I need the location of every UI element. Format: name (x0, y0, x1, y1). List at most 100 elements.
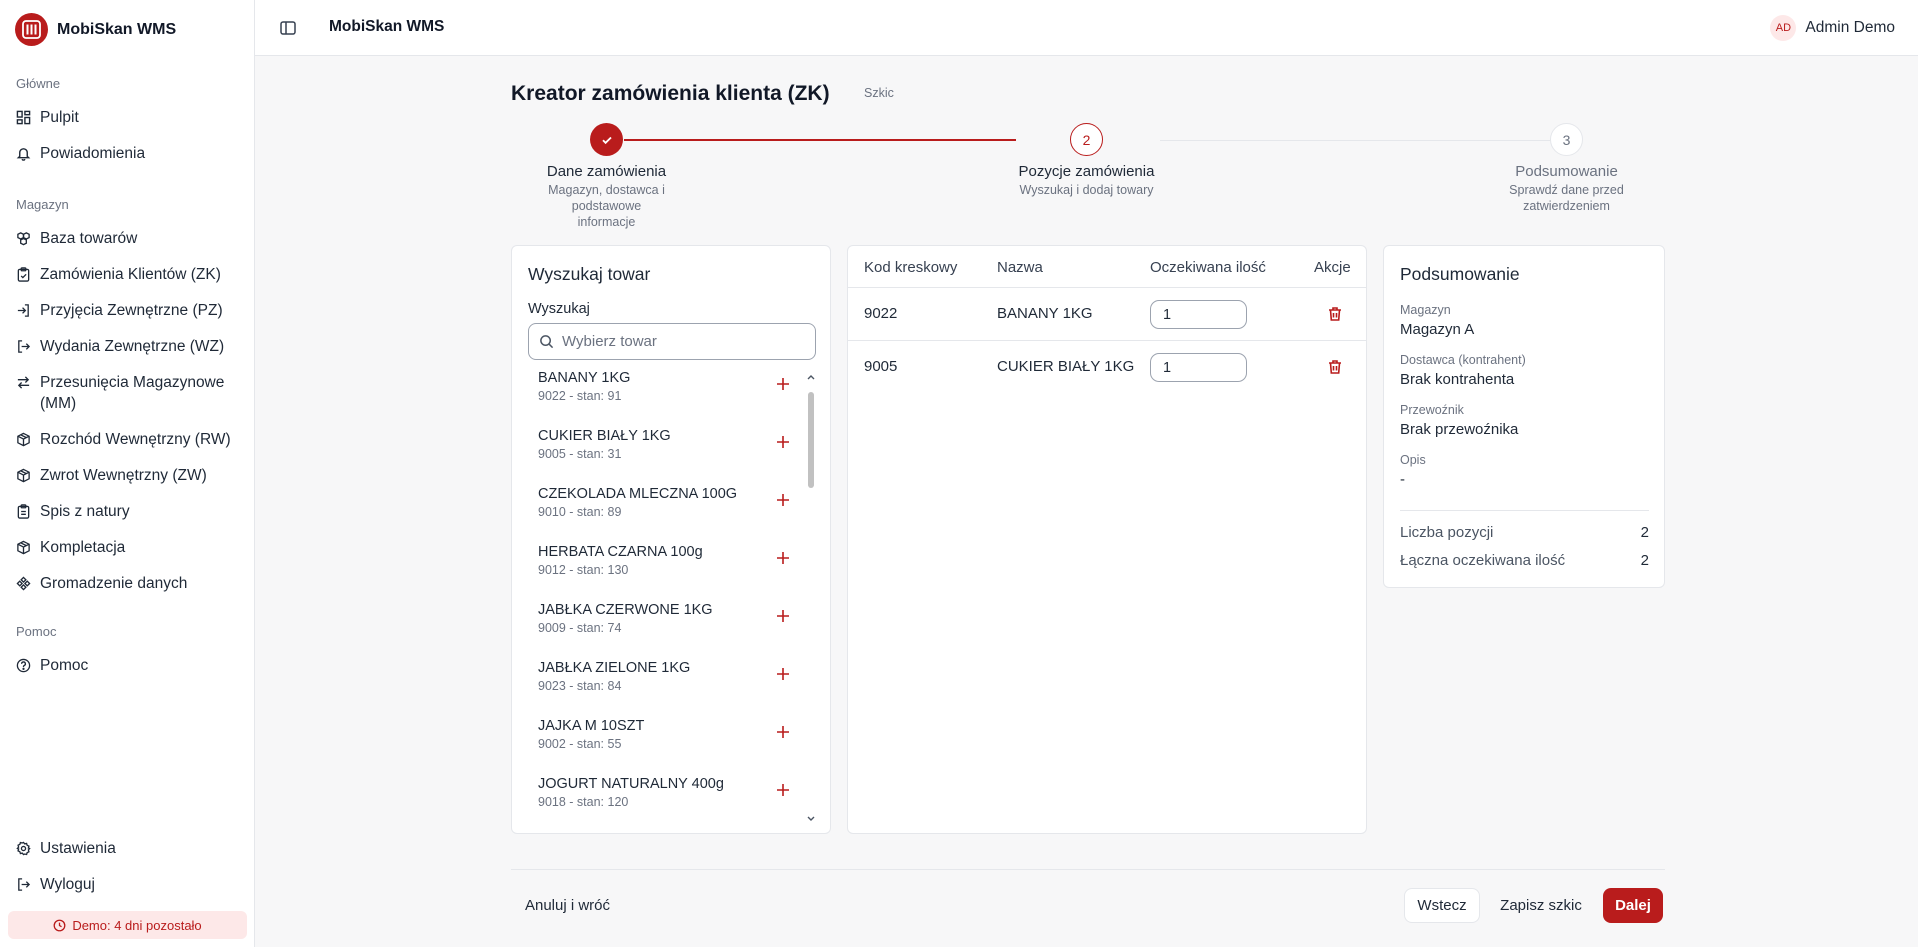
search-icon (540, 335, 554, 349)
product-meta: 9023 - stan: 84 (538, 679, 622, 693)
add-icon[interactable] (772, 431, 794, 453)
table-row: 9005 CUKIER BIAŁY 1KG (848, 340, 1366, 393)
step-desc-line: Sprawdź dane przed (1509, 183, 1624, 197)
login-icon (17, 304, 29, 317)
package-icon (17, 432, 30, 447)
package-icon (17, 468, 30, 483)
step-1-circle[interactable] (590, 123, 623, 156)
clock-icon (53, 919, 66, 931)
sidebar-item-powiadomienia[interactable]: Powiadomienia (16, 143, 246, 164)
list-item[interactable]: JABŁKA CZERWONE 1KG 9009 - stan: 74 (528, 602, 804, 660)
user-name: Admin Demo (1805, 19, 1895, 36)
sidebar-item-baza-towarow[interactable]: Baza towarów (16, 228, 246, 249)
step-desc: Wyszukaj i dodaj towary (986, 182, 1187, 198)
step-connector (624, 139, 1016, 141)
quantity-input[interactable] (1150, 353, 1247, 382)
column-header: Oczekiwana ilość (1150, 259, 1266, 276)
logout-icon (18, 340, 31, 353)
summary-value: - (1400, 471, 1405, 488)
add-icon[interactable] (772, 721, 794, 743)
clipboard-icon (17, 267, 30, 282)
sidebar-item-wydania-zewnetrzne[interactable]: Wydania Zewnętrzne (WZ) (16, 336, 246, 357)
trash-icon[interactable] (1326, 305, 1344, 323)
app-name: MobiSkan WMS (57, 20, 177, 38)
cell-name: BANANY 1KG (997, 305, 1093, 322)
sidebar-item-pulpit[interactable]: Pulpit (16, 107, 246, 128)
user-menu[interactable]: AD Admin Demo (1770, 15, 1895, 41)
product-search-card: Wyszukaj towar Wyszukaj BANANY 1KG 9022 … (511, 245, 831, 834)
sidebar: MobiSkan WMS Główne Pulpit Powiadomienia… (0, 0, 255, 947)
step-3-circle[interactable]: 3 (1550, 123, 1583, 156)
sidebar-item-przesuniecia-magazynowe[interactable]: Przesunięcia Magazynowe (MM) (16, 372, 246, 414)
sidebar-item-label: Zwrot Wewnętrzny (ZW) (40, 467, 207, 484)
sidebar-item-label: Pulpit (40, 109, 79, 126)
product-name: JAJKA M 10SZT (538, 718, 645, 734)
product-list: BANANY 1KG 9022 - stan: 91 CUKIER BIAŁY … (528, 370, 804, 826)
add-icon[interactable] (772, 605, 794, 627)
brand[interactable]: MobiSkan WMS (15, 13, 176, 46)
summary-card: Podsumowanie Magazyn Magazyn A Dostawca … (1383, 245, 1665, 588)
step-2-circle[interactable]: 2 (1070, 123, 1103, 156)
list-item[interactable]: JABŁKA ZIELONE 1KG 9023 - stan: 84 (528, 660, 804, 718)
summary-label: Dostawca (kontrahent) (1400, 353, 1526, 367)
scroll-thumb[interactable] (808, 392, 814, 488)
sidebar-toggle-icon[interactable] (279, 19, 297, 37)
table-row: 9022 BANANY 1KG (848, 287, 1366, 340)
sidebar-item-label: Ustawienia (40, 840, 116, 857)
order-items-table: Kod kreskowy Nazwa Oczekiwana ilość Akcj… (847, 245, 1367, 834)
search-field[interactable] (528, 323, 816, 360)
quantity-input[interactable] (1150, 300, 1247, 329)
next-button[interactable]: Dalej (1603, 888, 1663, 923)
sidebar-item-wyloguj[interactable]: Wyloguj (16, 874, 246, 895)
sidebar-item-label: Gromadzenie danych (40, 575, 188, 592)
nav-section-title: Pomoc (16, 624, 57, 639)
step-desc: Magazyn, dostawca i podstawowe informacj… (526, 182, 687, 230)
list-item[interactable]: HERBATA CZARNA 100g 9012 - stan: 130 (528, 544, 804, 602)
step-desc: Sprawdź dane przed zatwierdzeniem (1486, 182, 1647, 214)
list-item[interactable]: BANANY 1KG 9022 - stan: 91 (528, 370, 804, 428)
step-desc-line: Magazyn, dostawca i (548, 183, 665, 197)
save-draft-button[interactable]: Zapisz szkic (1491, 888, 1591, 923)
search-input[interactable] (562, 333, 802, 350)
scrollbar[interactable] (804, 370, 818, 826)
nav-section-title: Główne (16, 76, 61, 91)
column-header: Akcje (1314, 259, 1351, 276)
add-icon[interactable] (772, 489, 794, 511)
card-title: Podsumowanie (1400, 264, 1520, 284)
sidebar-item-spis-z-natury[interactable]: Spis z natury (16, 501, 246, 522)
bell-icon (16, 148, 31, 161)
list-item[interactable]: CUKIER BIAŁY 1KG 9005 - stan: 31 (528, 428, 804, 486)
sidebar-item-zamowienia-klientow[interactable]: Zamówienia Klientów (ZK) (16, 264, 246, 285)
back-button[interactable]: Wstecz (1404, 888, 1480, 923)
trash-icon[interactable] (1326, 358, 1344, 376)
sidebar-item-label: Wyloguj (40, 876, 95, 893)
list-item[interactable]: CZEKOLADA MLECZNA 100G 9010 - stan: 89 (528, 486, 804, 544)
list-item[interactable]: JOGURT NATURALNY 400g 9018 - stan: 120 (528, 776, 804, 826)
list-item[interactable]: JAJKA M 10SZT 9002 - stan: 55 (528, 718, 804, 776)
divider (1400, 510, 1649, 511)
scroll-up-icon[interactable] (804, 372, 818, 382)
scroll-down-icon[interactable] (804, 814, 818, 824)
product-meta: 9012 - stan: 130 (538, 563, 629, 577)
sidebar-item-gromadzenie-danych[interactable]: Gromadzenie danych (16, 573, 246, 594)
cell-name: CUKIER BIAŁY 1KG (997, 358, 1135, 375)
app-logo-icon (15, 13, 48, 46)
sidebar-item-ustawienia[interactable]: Ustawienia (16, 838, 246, 859)
step-title: Dane zamówienia (546, 163, 667, 180)
sidebar-item-przyjecia-zewnetrzne[interactable]: Przyjęcia Zewnętrzne (PZ) (16, 300, 246, 321)
sidebar-item-rozchod-wewnetrzny[interactable]: Rozchód Wewnętrzny (RW) (16, 429, 246, 450)
cancel-button[interactable]: Anuluj i wróć (511, 888, 624, 923)
sidebar-item-kompletacja[interactable]: Kompletacja (16, 537, 246, 558)
add-icon[interactable] (772, 547, 794, 569)
add-icon[interactable] (772, 373, 794, 395)
add-icon[interactable] (772, 663, 794, 685)
step-desc-line: podstawowe (571, 199, 642, 213)
column-header: Kod kreskowy (864, 259, 958, 276)
summary-value: Magazyn A (1400, 321, 1475, 338)
sidebar-item-zwrot-wewnetrzny[interactable]: Zwrot Wewnętrzny (ZW) (16, 465, 246, 486)
sidebar-item-label: Rozchód Wewnętrzny (RW) (40, 431, 231, 448)
help-circle-icon (16, 658, 31, 673)
add-icon[interactable] (772, 779, 794, 801)
sidebar-item-pomoc[interactable]: Pomoc (16, 655, 246, 676)
topbar-title: MobiSkan WMS (329, 18, 445, 35)
